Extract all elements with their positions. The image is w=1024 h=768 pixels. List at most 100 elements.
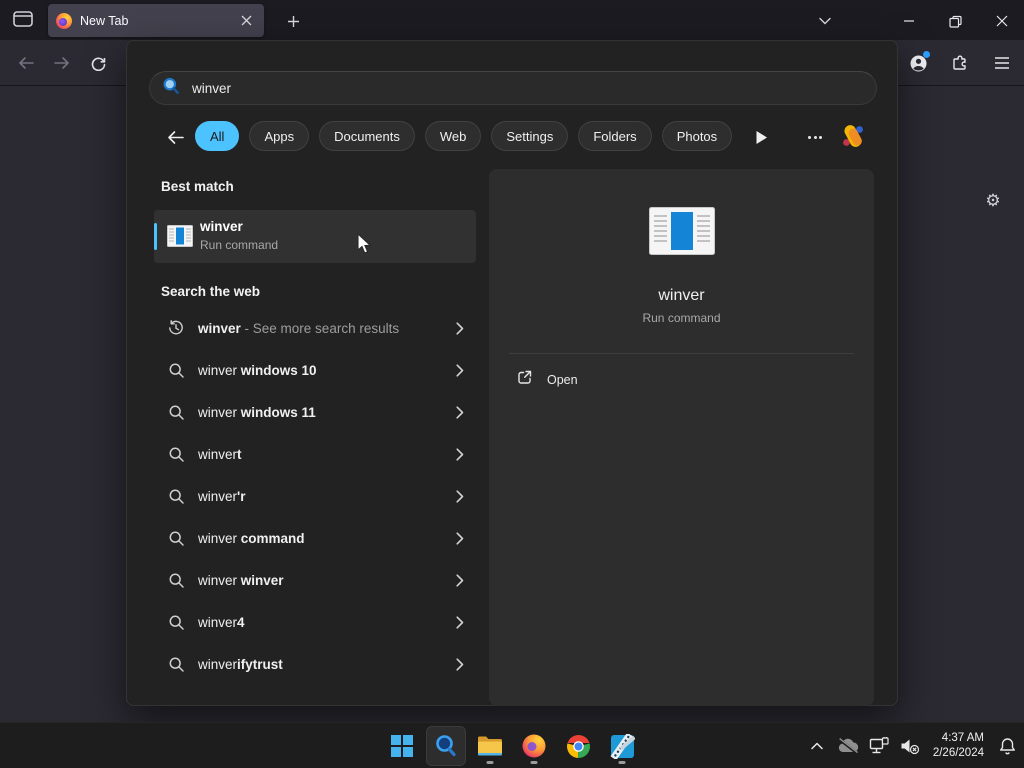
suggestion-text: winver winver [198, 572, 284, 588]
taskbar-search-button[interactable] [426, 726, 466, 766]
search-web-header: Search the web [161, 284, 261, 299]
start-icon [390, 734, 414, 758]
filter-pill-web[interactable]: Web [424, 121, 482, 151]
suggestion-text: winver - See more search results [198, 320, 400, 336]
detail-title: winver [658, 287, 705, 304]
web-suggestion-row[interactable]: winver4 [154, 601, 476, 643]
detail-subtitle: Run command [642, 311, 721, 325]
window-restore-button[interactable] [938, 8, 972, 34]
running-indicator [486, 761, 494, 764]
chrome-icon [566, 734, 591, 759]
search-icon [167, 488, 185, 505]
account-button[interactable] [904, 49, 932, 77]
file-explorer-icon [477, 735, 503, 757]
search-back-button[interactable] [163, 125, 187, 149]
filter-pill-all[interactable]: All [195, 121, 240, 151]
play-button[interactable] [749, 125, 773, 149]
web-suggestion-row[interactable]: winver'r [154, 475, 476, 517]
notifications-bell-icon[interactable] [996, 731, 1018, 761]
reload-button[interactable] [84, 50, 112, 76]
back-button[interactable] [12, 50, 40, 76]
web-suggestions-list: winver - See more search results winver w… [154, 307, 476, 685]
forward-button[interactable] [48, 50, 76, 76]
web-suggestion-row[interactable]: winverifytrust [154, 643, 476, 685]
onedrive-paused-icon[interactable] [837, 731, 859, 761]
taskbar-chrome-button[interactable] [558, 726, 598, 766]
mouse-cursor [356, 232, 376, 260]
insert-suggestion-chevron-icon[interactable] [456, 406, 464, 424]
filter-pill-documents[interactable]: Documents [319, 121, 415, 151]
desktop: New Tab ⚙ winver All Apps Documents Web … [0, 0, 1024, 768]
tab-close-icon[interactable] [236, 11, 256, 31]
insert-suggestion-chevron-icon[interactable] [456, 658, 464, 676]
history-icon [167, 319, 185, 337]
search-icon [167, 446, 185, 463]
video-editor-icon [610, 733, 635, 759]
insert-suggestion-chevron-icon[interactable] [456, 364, 464, 382]
open-external-icon [516, 369, 533, 391]
window-close-button[interactable] [985, 8, 1019, 34]
search-box[interactable] [149, 71, 877, 105]
taskbar-firefox-button[interactable] [514, 726, 554, 766]
web-suggestion-row[interactable]: winvert [154, 433, 476, 475]
web-suggestion-row[interactable]: winver winver [154, 559, 476, 601]
best-match-item[interactable]: winver Run command [154, 210, 476, 263]
suggestion-text: winver command [198, 530, 305, 546]
filter-row: All Apps Documents Web Settings Folders Photos [127, 121, 899, 153]
filter-pill-photos[interactable]: Photos [661, 121, 733, 151]
browser-tab[interactable]: New Tab [48, 4, 264, 37]
open-action[interactable]: Open [516, 369, 578, 391]
open-label: Open [547, 373, 578, 387]
running-indicator [618, 761, 626, 764]
filter-pill-settings[interactable]: Settings [491, 121, 569, 151]
firefox-view-button[interactable] [10, 10, 36, 31]
new-tab-button[interactable] [280, 8, 306, 34]
insert-suggestion-chevron-icon[interactable] [456, 490, 464, 508]
search-icon [167, 572, 185, 589]
insert-suggestion-chevron-icon[interactable] [456, 616, 464, 634]
web-suggestion-row[interactable]: winver windows 10 [154, 349, 476, 391]
insert-suggestion-chevron-icon[interactable] [456, 322, 464, 340]
search-icon [167, 656, 185, 673]
search-icon [167, 362, 185, 379]
search-input[interactable] [192, 80, 864, 96]
taskbar-video-editor-button[interactable] [602, 726, 642, 766]
newtab-settings-gear-icon[interactable]: ⚙ [982, 190, 1004, 212]
search-icon [167, 530, 185, 547]
web-suggestion-row[interactable]: winver windows 11 [154, 391, 476, 433]
winver-app-icon-large [648, 207, 715, 260]
clock-date: 2/26/2024 [932, 747, 984, 759]
firefox-logo-icon [56, 12, 72, 29]
insert-suggestion-chevron-icon[interactable] [456, 574, 464, 592]
results-column: Best match winver Run command Search the… [154, 179, 476, 685]
menu-button[interactable] [988, 49, 1016, 77]
web-suggestion-row[interactable]: winver - See more search results [154, 307, 476, 349]
suggestion-text: winvert [198, 446, 242, 462]
extensions-icon[interactable] [946, 49, 974, 77]
browser-titlebar: New Tab [0, 0, 1024, 40]
insert-suggestion-chevron-icon[interactable] [456, 448, 464, 466]
best-match-header: Best match [161, 179, 234, 194]
network-ethernet-icon[interactable] [868, 731, 890, 761]
more-options-button[interactable] [803, 125, 827, 149]
taskbar-clock[interactable]: 4:37 AM 2/26/2024 [930, 731, 987, 761]
suggestion-text: winver'r [198, 488, 246, 504]
search-icon [167, 404, 185, 421]
hidden-icons-chevron[interactable] [806, 731, 828, 761]
web-suggestion-row[interactable]: winver command [154, 517, 476, 559]
filter-pills: All Apps Documents Web Settings Folders Photos [195, 121, 733, 151]
running-indicator [530, 761, 538, 764]
copilot-icon[interactable] [839, 122, 867, 150]
tab-title: New Tab [80, 13, 129, 28]
detail-divider [509, 353, 854, 354]
search-icon [434, 734, 458, 758]
taskbar-file-explorer-button[interactable] [470, 726, 510, 766]
filter-pill-apps[interactable]: Apps [249, 121, 310, 151]
insert-suggestion-chevron-icon[interactable] [456, 532, 464, 550]
list-all-tabs-button[interactable] [812, 10, 838, 32]
best-match-title: winver [200, 219, 243, 234]
window-minimize-button[interactable] [892, 8, 926, 34]
filter-pill-folders[interactable]: Folders [578, 121, 652, 151]
taskbar-start-button[interactable] [382, 726, 422, 766]
volume-muted-icon[interactable] [899, 731, 921, 761]
